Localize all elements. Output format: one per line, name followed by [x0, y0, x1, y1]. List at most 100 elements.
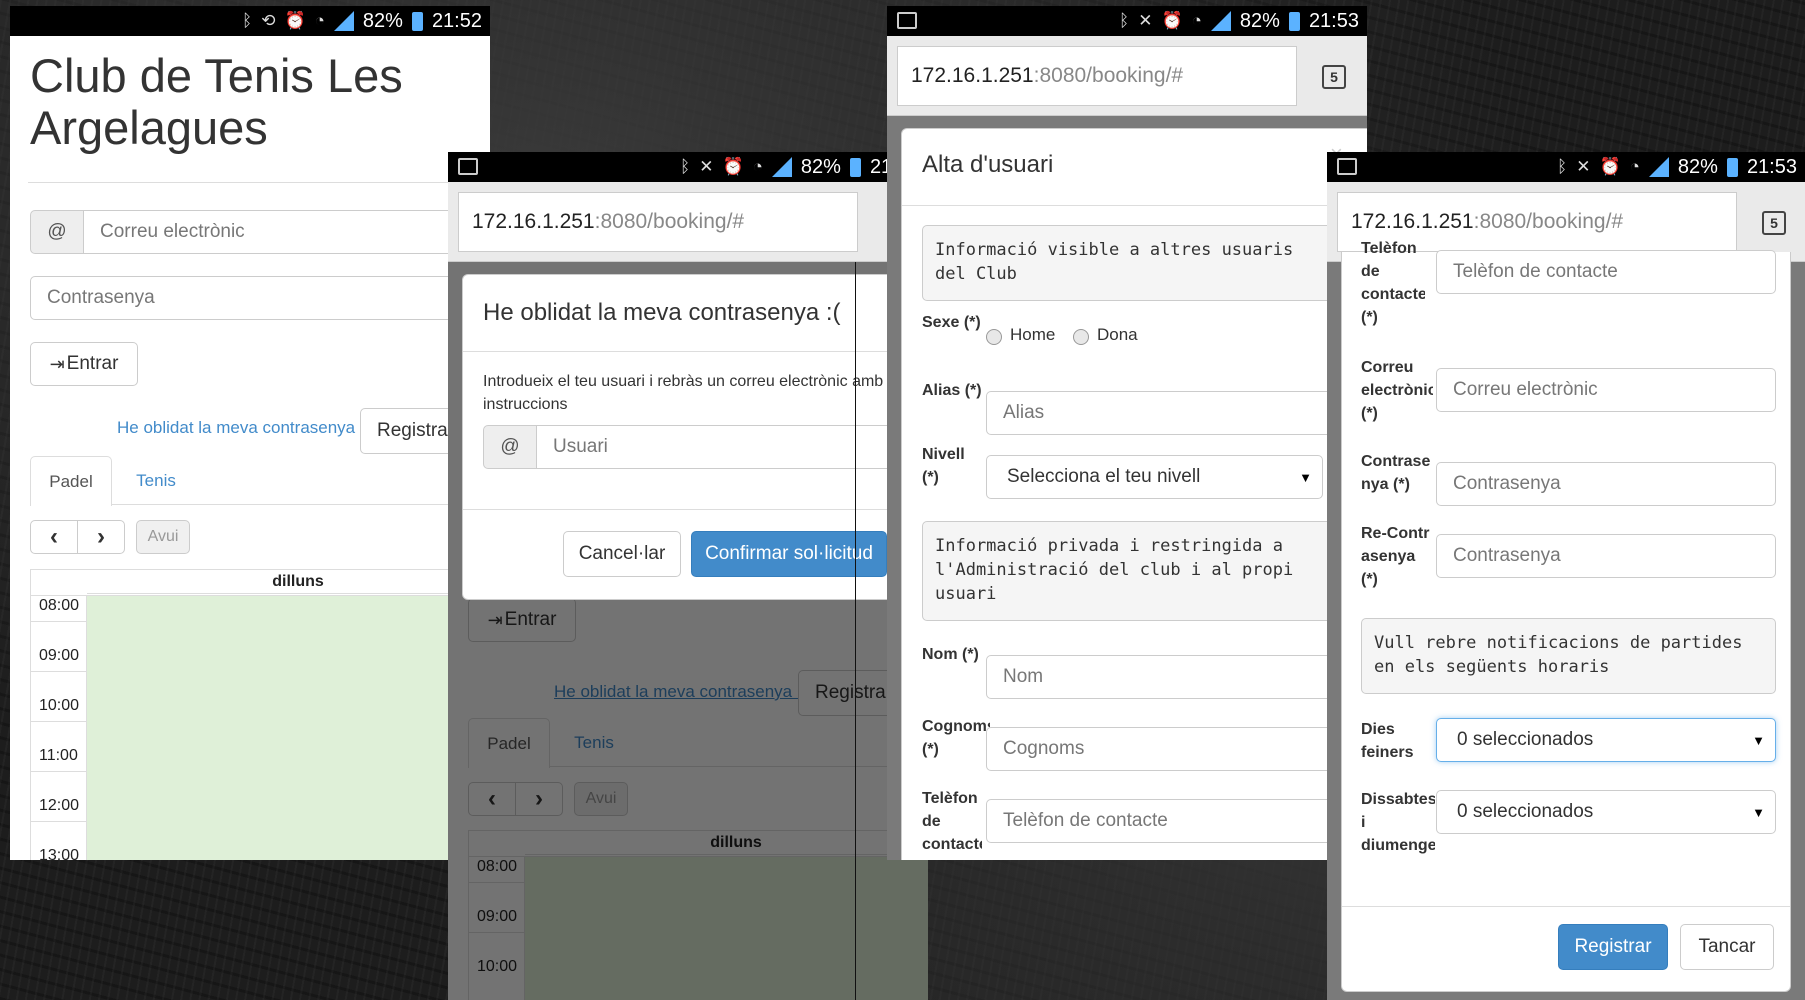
username-input[interactable]: Usuari — [536, 425, 928, 469]
weekdays-select[interactable]: 0 seleccionados ▼ — [1436, 718, 1776, 762]
time-label: 12:00 — [39, 797, 80, 814]
email-label: Correu electrònic (*) — [1361, 359, 1433, 422]
time-label: 08:00 — [39, 597, 80, 614]
page-title: Club de Tenis Les Argelagues — [30, 49, 403, 154]
bluetooth-icon: ᛒ — [1557, 157, 1568, 176]
clock: 21:53 — [1308, 9, 1359, 32]
notifications-info-box: Vull rebre notificacions de partides en … — [1361, 618, 1776, 694]
sex-home-radio[interactable] — [986, 329, 1002, 345]
modal-header-divider — [463, 351, 928, 352]
phone-label: Telèfon de contacte (*) — [922, 790, 982, 860]
notification-image-icon — [1337, 158, 1357, 175]
url-field[interactable]: 172.16.1.251:8080/booking/# — [897, 46, 1297, 106]
signal-icon — [771, 157, 792, 177]
calendar-row-line — [31, 671, 87, 672]
weekend-select[interactable]: 0 seleccionados ▼ — [1436, 790, 1776, 834]
calendar-day-header: dilluns — [87, 570, 490, 594]
confirm-request-button[interactable]: Confirmar sol·licitud — [691, 531, 887, 577]
status-bar: ᛒ ✕ ⏰ ◔ 82% 21:52 — [448, 152, 928, 182]
dropdown-caret-icon: ▼ — [1752, 732, 1765, 748]
url-path: :8080/booking/# — [594, 210, 745, 233]
register-submit-button[interactable]: Registrar — [1558, 924, 1668, 970]
alias-input[interactable]: Alias — [986, 391, 1346, 435]
level-select[interactable]: Selecciona el teu nivell ▼ — [986, 455, 1323, 499]
password-label: Contrasenya (*) — [1361, 453, 1431, 493]
signal-icon — [1648, 157, 1669, 177]
mute-icon: ✕ — [699, 157, 714, 176]
sign-in-icon: ⇥ — [49, 353, 65, 374]
prev-button[interactable]: ‹ — [30, 520, 78, 554]
mute-icon: ✕ — [1138, 11, 1153, 30]
clock: 21:53 — [1746, 155, 1797, 178]
url-field[interactable]: 172.16.1.251:8080/booking/# — [458, 192, 858, 252]
calendar-slots[interactable] — [87, 595, 490, 860]
register-modal: Telèfon de contacte (*) Telèfon de conta… — [1341, 240, 1791, 992]
enter-button[interactable]: ⇥ Entrar — [30, 342, 138, 386]
wifi-icon: ◔ — [752, 157, 763, 176]
alarm-icon: ⏰ — [722, 157, 744, 176]
repassword-label: Re-Contrasenya (*) — [1361, 525, 1430, 588]
forgot-password-link[interactable]: He oblidat la meva contrasenya :( — [117, 418, 370, 438]
phone-input[interactable]: Telèfon de contacte — [986, 799, 1346, 843]
modal-header-divider — [902, 205, 1367, 206]
alarm-icon: ⏰ — [1599, 157, 1621, 176]
screenshot-forgot-password: ᛒ ✕ ⏰ ◔ 82% 21:52 172.16.1.251:8080/book… — [448, 152, 928, 1000]
battery-percent: 82% — [1239, 9, 1280, 32]
password-input[interactable]: Contrasenya — [1436, 462, 1776, 506]
screenshot-register-bottom: ᛒ ✕ ⏰ ◔ 82% 21:53 172.16.1.251:8080/book… — [1327, 152, 1805, 1000]
calendar-row-line — [31, 771, 87, 772]
rotate-icon: ⟲ — [261, 11, 276, 30]
battery-percent: 82% — [362, 9, 403, 32]
time-label: 10:00 — [39, 697, 80, 714]
screenshot-login: ᛒ ⟲ ⏰ ◔ 82% 21:52 Club de Tenis Les Arge… — [10, 6, 490, 860]
tabs-count-icon[interactable]: 5 — [1762, 211, 1786, 235]
wifi-icon: ◔ — [1191, 11, 1202, 30]
bluetooth-icon: ᛒ — [680, 157, 691, 176]
password-input[interactable]: Contrasenya — [30, 276, 490, 320]
email-input[interactable]: Correu electrònic — [83, 210, 490, 254]
dropdown-caret-icon: ▼ — [1299, 469, 1312, 485]
tab-tenis[interactable]: Tenis — [116, 456, 196, 506]
surname-input[interactable]: Cognoms — [986, 727, 1346, 771]
surname-label: Cognoms (*) — [922, 718, 990, 758]
url-path: :8080/booking/# — [1473, 210, 1624, 233]
status-bar: ᛒ ⟲ ⏰ ◔ 82% 21:52 — [10, 6, 490, 36]
close-button[interactable]: Tancar — [1680, 924, 1774, 970]
tabs-count-icon[interactable]: 5 — [1322, 65, 1346, 89]
url-host: 172.16.1.251 — [472, 210, 595, 233]
alias-label: Alias (*) — [922, 382, 982, 399]
enter-button-label: Entrar — [66, 353, 119, 374]
alarm-icon: ⏰ — [284, 11, 306, 30]
status-bar: ᛒ ✕ ⏰ ◔ 82% 21:53 — [1327, 152, 1805, 182]
modal-title: Alta d'usuari — [922, 151, 1054, 178]
weekdays-select-value: 0 seleccionados — [1457, 729, 1594, 750]
browser-address-bar: 172.16.1.251:8080/booking/# — [448, 182, 928, 262]
calendar-row-line — [31, 821, 87, 822]
sex-dona-radio[interactable] — [1073, 329, 1089, 345]
phone-input[interactable]: Telèfon de contacte — [1436, 250, 1776, 294]
url-host: 172.16.1.251 — [911, 64, 1034, 87]
next-button[interactable]: › — [77, 520, 125, 554]
sex-dona-label: Dona — [1097, 325, 1138, 344]
battery-percent: 82% — [800, 155, 841, 178]
cancel-button[interactable]: Cancel·lar — [563, 531, 681, 577]
battery-icon — [1726, 157, 1738, 177]
email-input[interactable]: Correu electrònic — [1436, 368, 1776, 412]
repassword-input[interactable]: Contrasenya — [1436, 534, 1776, 578]
tab-padel[interactable]: Padel — [30, 456, 112, 506]
browser-address-bar: 172.16.1.251:8080/booking/# 5 — [887, 36, 1367, 116]
time-label: 09:00 — [39, 647, 80, 664]
level-label: Nivell (*) — [922, 446, 965, 486]
today-button[interactable]: Avui — [136, 520, 190, 554]
battery-percent: 82% — [1677, 155, 1718, 178]
calendar-row-line — [31, 721, 87, 722]
name-input[interactable]: Nom — [986, 655, 1346, 699]
weekdays-label: Dies feiners — [1361, 721, 1414, 761]
bluetooth-icon: ᛒ — [1119, 11, 1130, 30]
screenshot-register-top: ᛒ ✕ ⏰ ◔ 82% 21:53 172.16.1.251:8080/book… — [887, 6, 1367, 860]
user-addon: @ — [483, 425, 537, 469]
notification-image-icon — [897, 12, 917, 29]
modal-title: He oblidat la meva contrasenya :( — [483, 299, 841, 326]
calendar-row-line — [31, 621, 87, 622]
register-modal: Alta d'usuari × Informació visible a alt… — [901, 128, 1367, 860]
